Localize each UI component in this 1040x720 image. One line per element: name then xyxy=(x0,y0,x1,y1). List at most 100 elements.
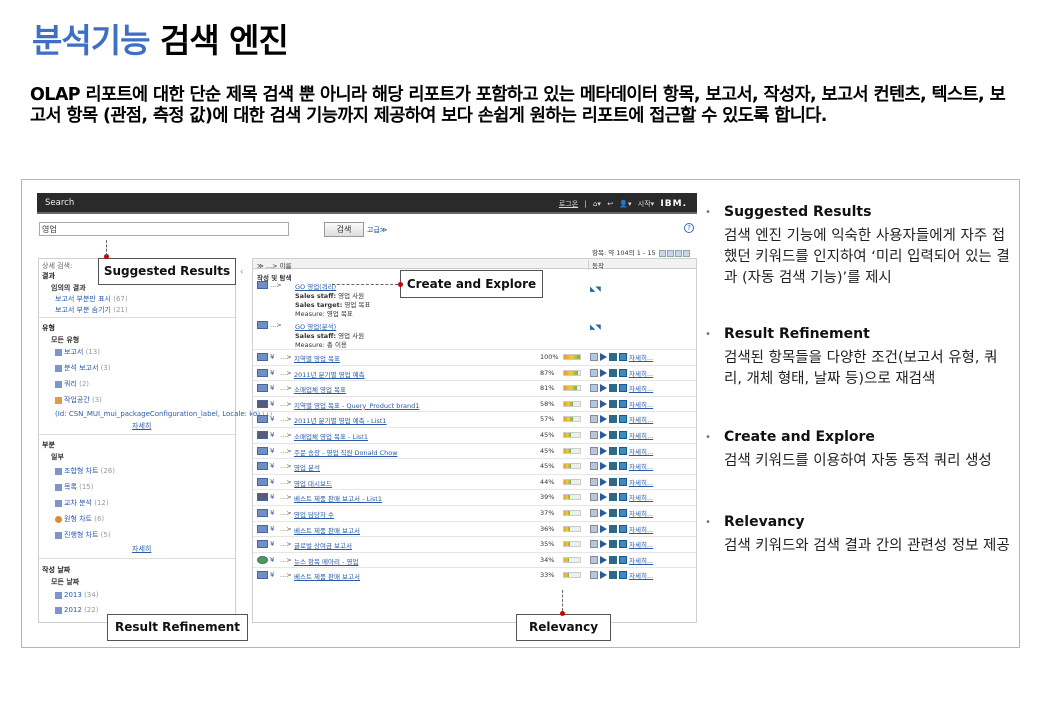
result-link[interactable]: 영업 분석 xyxy=(294,462,320,472)
explore-tools-icon[interactable]: ◣◥ xyxy=(590,323,601,331)
result-row[interactable]: ¥ ...> 소매업체 영업 목표 81% 자세히... xyxy=(253,380,696,395)
advanced-search-link[interactable]: 고급≫ xyxy=(367,225,387,235)
details-link[interactable]: 자세히... xyxy=(629,432,653,440)
result-link[interactable]: 베스트 제품 판매 보고서 - List1 xyxy=(294,493,382,503)
details-link[interactable]: 자세히... xyxy=(629,370,653,378)
run-icon[interactable] xyxy=(600,431,607,439)
expand-icon[interactable]: ¥ xyxy=(270,462,274,470)
home-icon[interactable]: ⌂▾ xyxy=(593,200,601,208)
details-link[interactable]: 자세히... xyxy=(629,448,653,456)
more-actions-icon[interactable] xyxy=(619,462,627,471)
details-link[interactable]: 자세히... xyxy=(629,510,653,518)
properties-icon[interactable] xyxy=(590,462,598,471)
result-link[interactable]: 2011년 분기별 영업 예측 xyxy=(294,369,365,379)
run-icon[interactable] xyxy=(600,415,607,424)
facet-link[interactable]: 분석 보고서 (3) xyxy=(55,363,111,373)
details-link[interactable]: 자세히... xyxy=(629,416,653,424)
expand-icon[interactable]: ¥ xyxy=(270,525,274,533)
more-actions-icon[interactable] xyxy=(619,446,627,455)
facet-link[interactable]: (Id: CSN_MUI_mui_packageConfiguration_la… xyxy=(55,410,272,418)
run-icon[interactable] xyxy=(600,540,607,549)
expand-icon[interactable]: ¥ xyxy=(270,509,274,517)
result-link[interactable]: 소매업체 영업 목표 - List1 xyxy=(294,431,368,441)
expand-icon[interactable]: ¥ xyxy=(270,384,274,392)
properties-icon[interactable] xyxy=(590,540,598,549)
edit-icon[interactable] xyxy=(609,368,617,377)
first-page-icon[interactable] xyxy=(658,249,666,257)
properties-icon[interactable] xyxy=(590,431,598,439)
facet-link[interactable]: 목록 (15) xyxy=(55,482,94,492)
properties-icon[interactable] xyxy=(590,524,598,533)
properties-icon[interactable] xyxy=(590,555,598,564)
run-icon[interactable] xyxy=(600,571,607,580)
more-actions-icon[interactable] xyxy=(619,431,627,439)
details-link[interactable]: 자세히... xyxy=(629,401,653,409)
edit-icon[interactable] xyxy=(609,509,617,517)
run-icon[interactable] xyxy=(600,524,607,533)
details-link[interactable]: 자세히... xyxy=(629,572,653,580)
expand-icon[interactable]: ¥ xyxy=(270,571,274,579)
expand-icon[interactable]: ¥ xyxy=(270,556,274,564)
properties-icon[interactable] xyxy=(590,571,598,580)
result-row[interactable]: ¥ ...> 베스트 제품 판매 보고서 - List1 39% 자세히... xyxy=(253,489,696,504)
more-actions-icon[interactable] xyxy=(619,524,627,533)
edit-icon[interactable] xyxy=(609,353,617,361)
details-link[interactable]: 자세히... xyxy=(629,354,653,362)
run-icon[interactable] xyxy=(600,399,607,408)
edit-icon[interactable] xyxy=(609,493,617,502)
properties-icon[interactable] xyxy=(590,415,598,424)
facet-link[interactable]: 원형 차트 (6) xyxy=(55,514,104,524)
details-link[interactable]: 자세히... xyxy=(629,526,653,534)
run-icon[interactable] xyxy=(600,462,607,471)
facet-link[interactable]: 교차 분석 (12) xyxy=(55,498,109,508)
result-row[interactable]: ¥ ...> 베스트 제품 판매 보고서 36% 자세히... xyxy=(253,520,696,536)
properties-icon[interactable] xyxy=(590,353,598,361)
more-actions-icon[interactable] xyxy=(619,555,627,564)
next-page-icon[interactable] xyxy=(674,249,682,257)
result-row[interactable]: ¥ ...> 영업 분석 45% 자세히... xyxy=(253,458,696,473)
edit-icon[interactable] xyxy=(609,462,617,471)
result-row[interactable]: ¥ ...> 영업 대시보드 44% 자세히... xyxy=(253,473,696,489)
more-actions-icon[interactable] xyxy=(619,368,627,377)
expand-icon[interactable]: ¥ xyxy=(270,415,274,423)
edit-icon[interactable] xyxy=(609,384,617,393)
result-link[interactable]: 베스트 제품 판매 보고서 xyxy=(294,525,360,535)
facet-link[interactable]: 쿼리 (2) xyxy=(55,379,89,389)
result-row[interactable]: ¥ ...> 글로벌 상여금 보고서 35% 자세히... xyxy=(253,536,696,551)
details-link[interactable]: 자세히... xyxy=(629,385,653,393)
details-link[interactable]: 자세히... xyxy=(629,557,653,565)
back-icon[interactable]: ↩ xyxy=(607,200,613,208)
result-row[interactable]: ¥ ...> 2011년 분기별 영업 예측 87% 자세히... xyxy=(253,364,696,380)
edit-icon[interactable] xyxy=(609,477,617,486)
expand-icon[interactable]: ¥ xyxy=(270,540,274,548)
more-actions-icon[interactable] xyxy=(619,493,627,502)
result-row[interactable]: ¥ ...> 영업 담당자 수 37% 자세히... xyxy=(253,505,696,520)
edit-icon[interactable] xyxy=(609,415,617,424)
edit-icon[interactable] xyxy=(609,524,617,533)
edit-icon[interactable] xyxy=(609,555,617,564)
more-actions-icon[interactable] xyxy=(619,353,627,361)
search-input[interactable]: 영업 xyxy=(39,222,289,236)
facet-link[interactable]: 2012 (22) xyxy=(55,606,98,614)
result-link[interactable]: 소매업체 영업 목표 xyxy=(294,384,346,394)
expand-icon[interactable]: ¥ xyxy=(270,478,274,486)
more-actions-icon[interactable] xyxy=(619,415,627,424)
expand-icon[interactable]: ¥ xyxy=(270,493,274,501)
more-actions-icon[interactable] xyxy=(619,540,627,549)
logon-link[interactable]: 로그온 xyxy=(559,200,578,208)
result-row[interactable]: ¥ ...> 소매업체 영업 목표 - List1 45% 자세히... xyxy=(253,427,696,442)
result-link[interactable]: 2011년 분기별 영업 예측 - List1 xyxy=(294,415,387,425)
result-link[interactable]: 주문 송장 - 영업 직원 Donald Chow xyxy=(294,447,398,457)
result-link[interactable]: 영업 담당자 수 xyxy=(294,509,334,519)
run-icon[interactable] xyxy=(600,555,607,564)
result-row[interactable]: ¥ ...> 뉴스 항목 메아리 - 영업 34% 자세히... xyxy=(253,551,696,567)
user-icon[interactable]: 👤▾ xyxy=(619,200,631,208)
result-row[interactable]: ¥ ...> 2011년 분기별 영업 예측 - List1 57% 자세히... xyxy=(253,411,696,426)
details-link[interactable]: 자세히... xyxy=(629,494,653,502)
expand-icon[interactable]: ¥ xyxy=(270,431,274,439)
start-menu[interactable]: 시작▾ xyxy=(638,200,654,208)
facet-link[interactable]: 보고서 부분 숨기기 (21) xyxy=(55,305,128,315)
properties-icon[interactable] xyxy=(590,368,598,377)
search-button[interactable]: 검색 xyxy=(324,222,364,237)
result-link[interactable]: 지역별 영업 목표 xyxy=(294,353,340,363)
